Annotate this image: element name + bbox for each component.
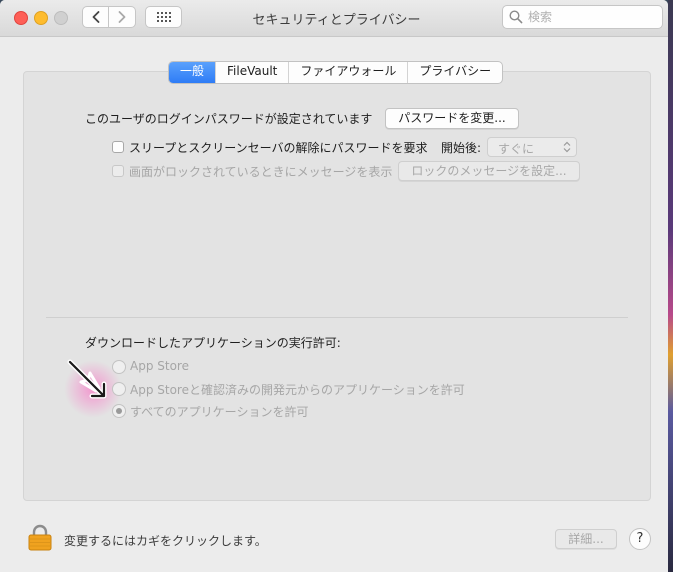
zoom-button[interactable]	[54, 11, 68, 25]
lock-message-checkbox[interactable]	[112, 165, 124, 177]
tab-content-panel	[23, 71, 651, 501]
close-button[interactable]	[14, 11, 28, 25]
show-all-grid-icon	[156, 12, 171, 22]
window-title: セキュリティとプライバシー	[252, 13, 421, 28]
desktop-background	[668, 0, 673, 572]
title-bar: セキュリティとプライバシー	[0, 0, 668, 37]
change-password-button[interactable]: パスワードを変更...	[385, 108, 519, 129]
lock-hint-text: 変更するにはカギをクリックします。	[64, 534, 267, 548]
radio-app-store-identified[interactable]	[112, 382, 126, 396]
lock-icon[interactable]	[28, 524, 52, 551]
back-button[interactable]	[82, 6, 109, 28]
help-button[interactable]: ?	[629, 528, 651, 550]
cursor-arrow-icon	[67, 359, 107, 399]
chevron-updown-icon	[563, 141, 571, 153]
section-divider	[46, 317, 628, 318]
radio-anywhere-label: すべてのアプリケーションを許可	[130, 405, 309, 419]
radio-app-store-label: App Store	[130, 359, 189, 373]
tab-bar: 一般 FileVault ファイアウォール プライバシー	[168, 61, 504, 84]
delay-select[interactable]: すぐに	[487, 137, 577, 157]
delay-label: 開始後:	[441, 141, 482, 155]
search-icon	[509, 10, 523, 24]
search-field[interactable]	[502, 5, 663, 29]
tab-privacy[interactable]: プライバシー	[407, 62, 502, 83]
show-all-button[interactable]	[145, 6, 182, 28]
password-status-text: このユーザのログインパスワードが設定されています	[85, 112, 373, 126]
advanced-button[interactable]: 詳細...	[555, 529, 617, 549]
forward-icon	[118, 11, 126, 23]
radio-app-store-identified-label: App Storeと確認済みの開発元からのアプリケーションを許可	[130, 383, 465, 397]
radio-app-store[interactable]	[112, 360, 126, 374]
require-password-checkbox[interactable]	[112, 141, 124, 153]
tab-general[interactable]: 一般	[169, 62, 216, 83]
require-password-label: スリープとスクリーンセーバの解除にパスワードを要求	[129, 141, 428, 155]
minimize-button[interactable]	[34, 11, 48, 25]
delay-select-value: すぐに	[498, 142, 535, 156]
back-icon	[92, 11, 99, 23]
tab-filevault[interactable]: FileVault	[215, 62, 288, 83]
tab-firewall[interactable]: ファイアウォール	[288, 62, 407, 83]
radio-anywhere[interactable]	[112, 404, 126, 418]
downloads-heading: ダウンロードしたアプリケーションの実行許可:	[85, 336, 341, 350]
lock-message-label: 画面がロックされているときにメッセージを表示	[129, 165, 393, 179]
set-lock-message-button[interactable]: ロックのメッセージを設定...	[398, 161, 580, 181]
search-input[interactable]	[528, 9, 656, 25]
preferences-window: セキュリティとプライバシー 一般 FileVault ファイアウォール プライバ…	[0, 0, 668, 572]
forward-button[interactable]	[109, 6, 136, 28]
